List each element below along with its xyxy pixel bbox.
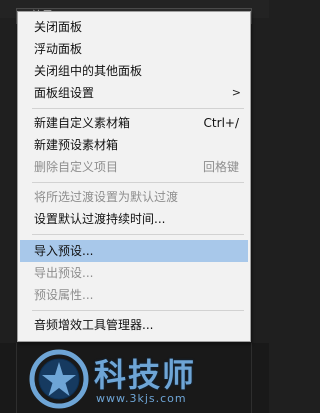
watermark: 科技师 www.3kjs.com bbox=[28, 348, 258, 410]
watermark-brand-text: 科技师 bbox=[94, 356, 197, 394]
context-menu: 关闭面板 浮动面板 关闭组中的其他面板 面板组设置 > 新建自定义素材箱 Ctr… bbox=[17, 11, 251, 342]
menu-item-float-panel[interactable]: 浮动面板 bbox=[20, 38, 248, 60]
menu-item-label: 新建自定义素材箱 bbox=[34, 116, 131, 130]
menu-item-audio-plugin-manager[interactable]: 音频增效工具管理器... bbox=[20, 314, 248, 336]
watermark-url: www.3kjs.com bbox=[96, 392, 187, 405]
menu-item-new-custom-bin[interactable]: 新建自定义素材箱 Ctrl+/ bbox=[20, 112, 248, 134]
menu-item-label: 面板组设置 bbox=[34, 86, 95, 100]
menu-item-shortcut: 回格键 bbox=[202, 160, 239, 174]
menu-separator bbox=[32, 108, 244, 109]
menu-item-label: 预设属性... bbox=[34, 288, 94, 302]
menu-item-label: 关闭面板 bbox=[34, 20, 83, 34]
menu-item-label: 新建预设素材箱 bbox=[34, 138, 119, 152]
watermark-logo-icon bbox=[29, 349, 89, 409]
menu-item-label: 关闭组中的其他面板 bbox=[34, 64, 143, 78]
menu-item-label: 将所选过渡设置为默认过渡 bbox=[34, 190, 179, 204]
menu-separator bbox=[32, 310, 244, 311]
menu-separator bbox=[32, 234, 244, 235]
menu-item-close-other-panels[interactable]: 关闭组中的其他面板 bbox=[20, 60, 248, 82]
menu-item-shortcut: Ctrl+/ bbox=[203, 116, 239, 130]
menu-item-export-presets[interactable]: 导出预设... bbox=[20, 262, 248, 284]
panel-divider-left bbox=[16, 343, 17, 413]
menu-item-delete-custom-item[interactable]: 删除自定义项目 回格键 bbox=[20, 156, 248, 178]
menu-item-label: 导入预设... bbox=[34, 244, 94, 258]
menu-item-set-default-duration[interactable]: 设置默认过渡持续时间... bbox=[20, 208, 248, 230]
menu-item-new-preset-bin[interactable]: 新建预设素材箱 bbox=[20, 134, 248, 156]
menu-item-label: 音频增效工具管理器... bbox=[34, 318, 154, 332]
menu-separator bbox=[32, 182, 244, 183]
menu-item-panel-group-settings[interactable]: 面板组设置 > bbox=[20, 82, 248, 104]
menu-item-set-default-transition[interactable]: 将所选过渡设置为默认过渡 bbox=[20, 186, 248, 208]
menu-item-preset-properties[interactable]: 预设属性... bbox=[20, 284, 248, 306]
menu-item-label: 设置默认过渡持续时间... bbox=[34, 212, 166, 226]
menu-item-label: 浮动面板 bbox=[34, 42, 83, 56]
menu-item-label: 删除自定义项目 bbox=[34, 160, 119, 174]
menu-item-label: 导出预设... bbox=[34, 266, 94, 280]
submenu-arrow-icon: > bbox=[231, 86, 241, 99]
menu-item-import-presets[interactable]: 导入预设... bbox=[20, 240, 248, 262]
menu-item-close-panel[interactable]: 关闭面板 bbox=[20, 16, 248, 38]
